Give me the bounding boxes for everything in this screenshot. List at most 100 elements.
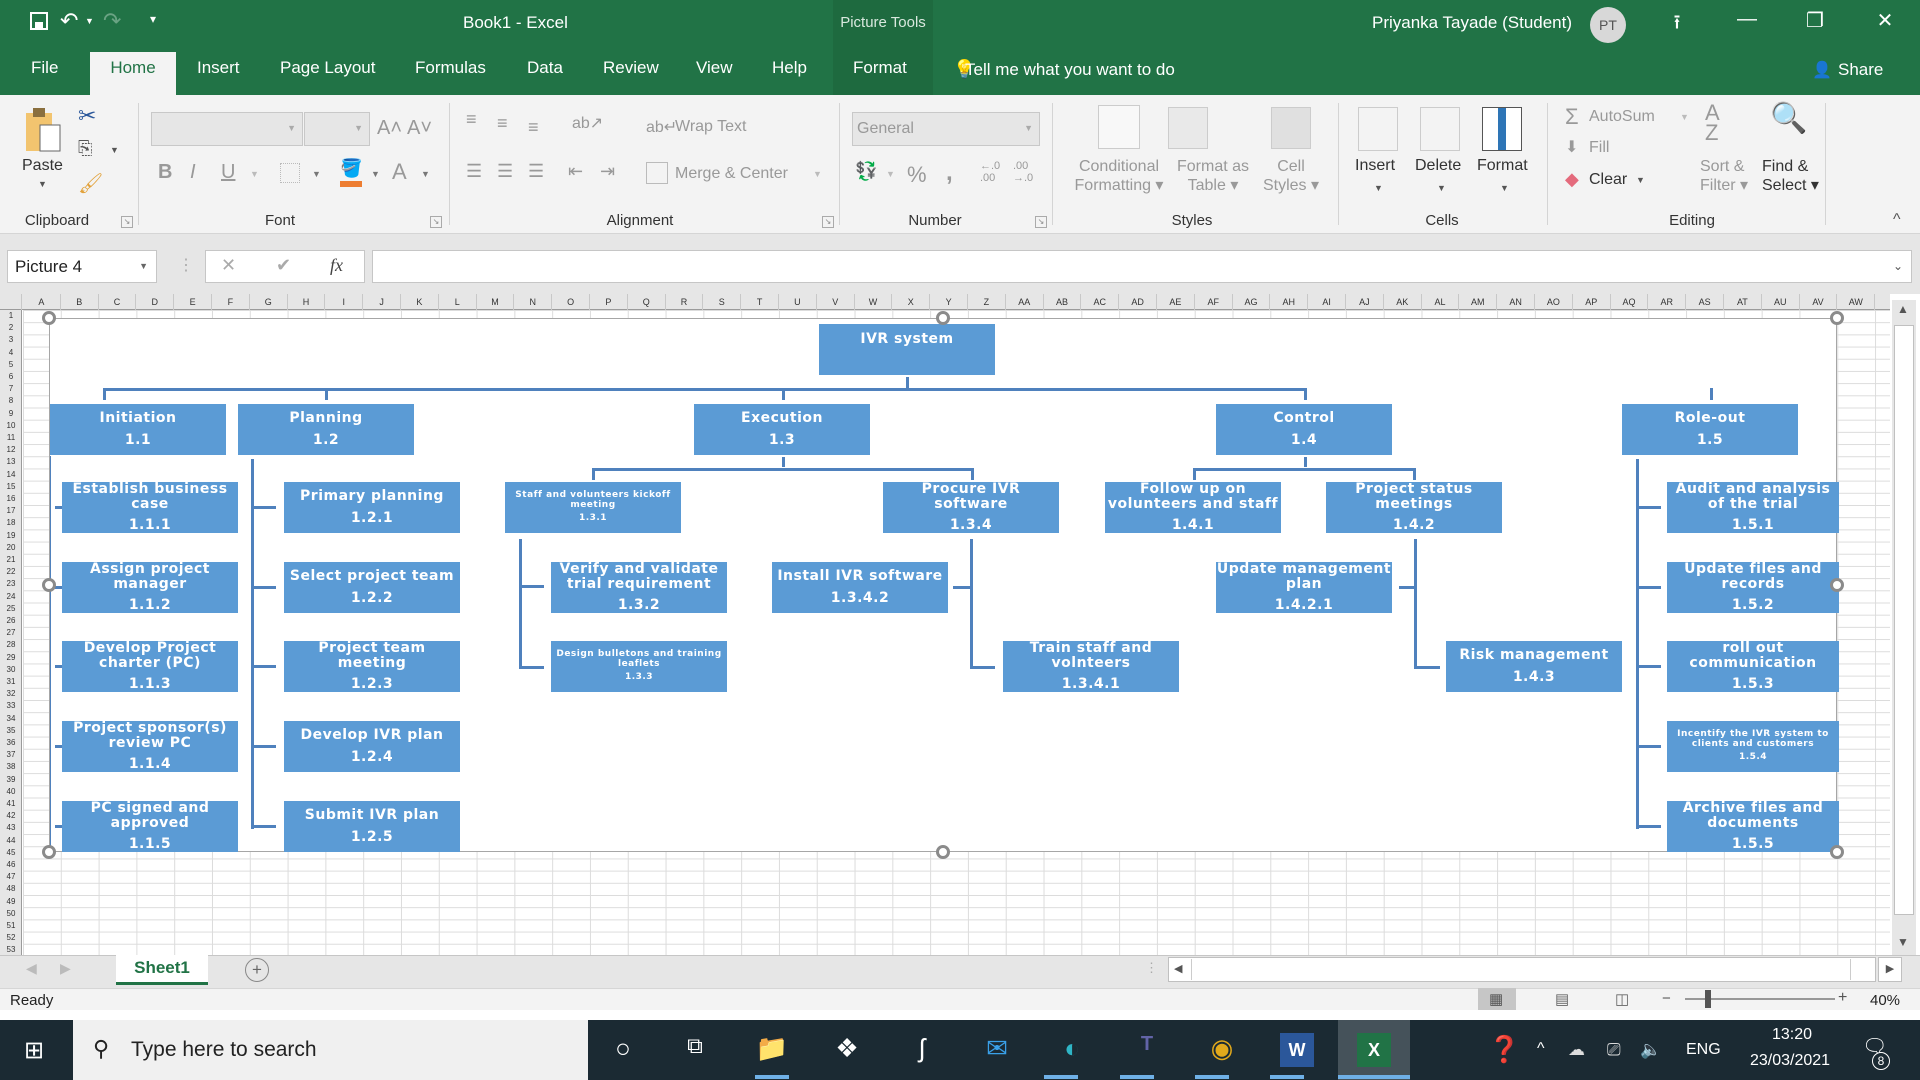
tab-file[interactable]: File xyxy=(17,58,72,95)
row-header-13[interactable]: 13 xyxy=(0,456,22,468)
insert-cells-button[interactable]: Insert xyxy=(1355,157,1395,175)
next-sheet-icon[interactable]: ▶ xyxy=(60,960,71,977)
row-header-14[interactable]: 14 xyxy=(0,469,22,481)
delete-dropdown-icon[interactable]: ▼ xyxy=(1437,183,1446,193)
row-header-29[interactable]: 29 xyxy=(0,652,22,664)
enter-entry-icon[interactable]: ✔ xyxy=(276,255,291,276)
format-dropdown-icon[interactable]: ▼ xyxy=(1500,183,1509,193)
wrap-text-icon[interactable]: ab↵ xyxy=(646,117,677,137)
column-header-ai[interactable]: AI xyxy=(1308,294,1346,310)
app-s-icon[interactable]: ʃ xyxy=(905,1033,939,1067)
font-name-combo[interactable]: ▼ xyxy=(151,112,303,146)
row-header-35[interactable]: 35 xyxy=(0,725,22,737)
zoom-level[interactable]: 40% xyxy=(1870,992,1900,1009)
align-left-icon[interactable]: ☰ xyxy=(466,161,482,182)
number-launcher-icon[interactable]: ↘ xyxy=(1035,216,1047,228)
resize-handle[interactable] xyxy=(936,845,950,859)
row-header-40[interactable]: 40 xyxy=(0,786,22,798)
underline-dropdown-icon[interactable]: ▼ xyxy=(250,169,259,179)
resize-handle[interactable] xyxy=(42,311,56,325)
column-header-ah[interactable]: AH xyxy=(1270,294,1309,310)
insert-cells-icon[interactable] xyxy=(1358,107,1398,151)
scroll-down-icon[interactable]: ▼ xyxy=(1897,935,1909,949)
undo-icon[interactable]: ↶ xyxy=(60,8,78,34)
column-header-t[interactable]: T xyxy=(741,294,779,310)
undo-dropdown-icon[interactable]: ▼ xyxy=(85,16,94,26)
accounting-dropdown-icon[interactable]: ▼ xyxy=(886,169,895,179)
clock-date[interactable]: 23/03/2021 xyxy=(1735,1052,1845,1070)
row-header-24[interactable]: 24 xyxy=(0,591,22,603)
page-layout-view-button[interactable]: ▤ xyxy=(1555,990,1569,1008)
merge-center-button[interactable]: Merge & Center xyxy=(675,165,788,183)
row-header-4[interactable]: 4 xyxy=(0,347,22,359)
tab-insert[interactable]: Insert xyxy=(183,58,254,95)
column-header-e[interactable]: E xyxy=(174,294,212,310)
row-header-30[interactable]: 30 xyxy=(0,664,22,676)
fill-button[interactable]: Fill xyxy=(1589,139,1609,157)
word-icon[interactable]: W xyxy=(1280,1033,1314,1067)
edge-icon[interactable]: ◐ xyxy=(1055,1033,1089,1067)
percent-button[interactable]: % xyxy=(907,162,927,188)
resize-handle[interactable] xyxy=(42,578,56,592)
column-header-c[interactable]: C xyxy=(99,294,137,310)
row-header-17[interactable]: 17 xyxy=(0,505,22,517)
column-header-y[interactable]: Y xyxy=(930,294,968,310)
row-header-25[interactable]: 25 xyxy=(0,603,22,615)
sort-filter-icon[interactable]: AZ xyxy=(1705,102,1720,144)
find-icon[interactable]: 🔍 xyxy=(1770,101,1807,136)
column-header-aa[interactable]: AA xyxy=(1006,294,1044,310)
row-header-50[interactable]: 50 xyxy=(0,908,22,920)
column-header-i[interactable]: I xyxy=(325,294,364,310)
insert-dropdown-icon[interactable]: ▼ xyxy=(1374,183,1383,193)
resize-handle[interactable] xyxy=(1830,578,1844,592)
column-header-ad[interactable]: AD xyxy=(1119,294,1157,310)
font-launcher-icon[interactable]: ↘ xyxy=(430,216,442,228)
collapse-ribbon-icon[interactable]: ^ xyxy=(1893,211,1901,229)
font-color-button[interactable]: A xyxy=(392,159,407,185)
row-header-9[interactable]: 9 xyxy=(0,408,22,420)
column-header-aq[interactable]: AQ xyxy=(1611,294,1649,310)
conditional-formatting-button[interactable]: Conditional Formatting ▾ xyxy=(1072,157,1166,195)
column-header-w[interactable]: W xyxy=(855,294,893,310)
dropbox-icon[interactable]: ❖ xyxy=(830,1033,864,1067)
copy-icon[interactable]: ⎘ xyxy=(78,138,92,159)
file-explorer-icon[interactable]: 📁 xyxy=(755,1033,789,1067)
resize-handle[interactable] xyxy=(1830,845,1844,859)
teams-icon[interactable]: T xyxy=(1130,1033,1164,1067)
column-header-o[interactable]: O xyxy=(552,294,590,310)
vertical-scroll-thumb[interactable] xyxy=(1894,325,1914,915)
conditional-formatting-icon[interactable] xyxy=(1098,105,1140,149)
delete-cells-button[interactable]: Delete xyxy=(1415,157,1461,175)
row-header-23[interactable]: 23 xyxy=(0,578,22,590)
row-header-52[interactable]: 52 xyxy=(0,932,22,944)
column-header-l[interactable]: L xyxy=(439,294,477,310)
scroll-left-icon[interactable]: ◀ xyxy=(1174,962,1182,975)
column-header-al[interactable]: AL xyxy=(1422,294,1460,310)
fill-color-icon[interactable]: 🪣 xyxy=(340,158,362,179)
row-header-42[interactable]: 42 xyxy=(0,810,22,822)
cut-icon[interactable]: ✂ xyxy=(78,103,96,129)
column-header-ac[interactable]: AC xyxy=(1081,294,1120,310)
zoom-out-button[interactable]: − xyxy=(1662,990,1671,1007)
autosum-button[interactable]: AutoSum xyxy=(1589,108,1655,126)
column-header-ap[interactable]: AP xyxy=(1573,294,1611,310)
shrink-font-button[interactable]: A˅ xyxy=(407,117,432,140)
merge-center-icon[interactable] xyxy=(646,162,668,184)
excel-icon[interactable]: X xyxy=(1357,1033,1391,1067)
user-name[interactable]: Priyanka Tayade (Student) xyxy=(1372,13,1572,33)
normal-view-button[interactable]: ▦ xyxy=(1478,988,1516,1010)
row-header-2[interactable]: 2 xyxy=(0,322,22,334)
bottom-align-icon[interactable]: ≡ xyxy=(528,117,539,138)
row-header-39[interactable]: 39 xyxy=(0,774,22,786)
ribbon-display-options-icon[interactable]: ⭱ xyxy=(1657,8,1697,38)
clear-dropdown-icon[interactable]: ▼ xyxy=(1636,175,1645,185)
row-header-33[interactable]: 33 xyxy=(0,700,22,712)
row-header-32[interactable]: 32 xyxy=(0,688,22,700)
column-header-at[interactable]: AT xyxy=(1724,294,1762,310)
tab-formulas[interactable]: Formulas xyxy=(401,58,500,95)
row-header-43[interactable]: 43 xyxy=(0,822,22,834)
name-box[interactable]: Picture 4 ▼ xyxy=(7,250,157,283)
column-header-v[interactable]: V xyxy=(817,294,855,310)
expand-formula-bar-icon[interactable]: ⌄ xyxy=(1893,259,1903,273)
paste-button[interactable]: Paste xyxy=(22,157,63,175)
